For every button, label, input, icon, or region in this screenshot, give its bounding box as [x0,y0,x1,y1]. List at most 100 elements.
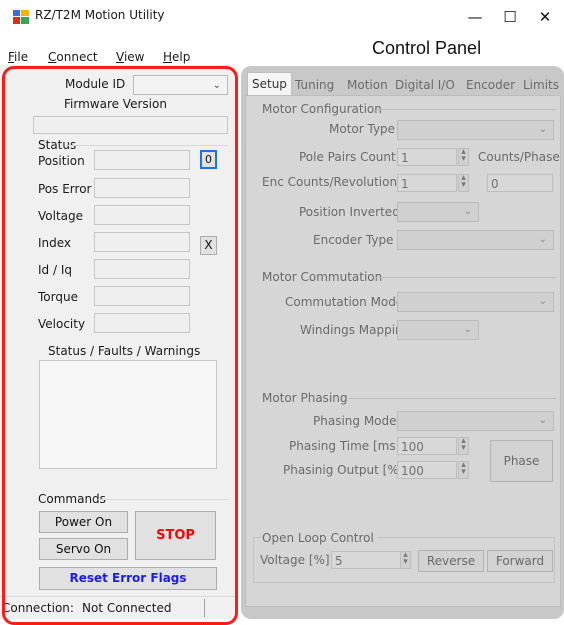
menu-help[interactable]: Help [163,50,190,64]
firmware-version-field [33,116,228,134]
motor-phasing-label: Motor Phasing [262,391,348,405]
forward-button[interactable]: Forward [487,550,553,572]
motor-type-label: Motor Type [329,122,396,136]
velocity-label: Velocity [38,317,86,331]
firmware-version-label: Firmware Version [64,97,167,111]
faults-label: Status / Faults / Warnings [48,344,201,358]
phasing-mode-label: Phasing Mode [313,414,397,428]
phase-button[interactable]: Phase [490,440,553,482]
id-iq-field [94,259,190,279]
tab-motion[interactable]: Motion [347,75,388,95]
status-group-divider [68,145,228,146]
phasing-output-input[interactable]: 100 [397,461,457,479]
enc-counts-spinner[interactable]: ▴ ▾ [458,174,469,192]
servo-on-button[interactable]: Servo On [39,538,128,560]
reverse-button[interactable]: Reverse [418,550,484,572]
pole-pairs-label: Pole Pairs Count [299,150,396,164]
menu-view-rest: iew [123,50,145,64]
phasing-time-spinner[interactable]: ▴ ▾ [458,437,469,455]
menu-view-key: V [116,50,124,64]
id-iq-label: Id / Iq [38,263,72,277]
tab-digital-io[interactable]: Digital I/O [395,75,455,95]
pole-pairs-input[interactable]: 1 [397,148,457,166]
enc-counts-input[interactable]: 1 [397,174,457,192]
velocity-field [94,313,190,333]
power-on-button[interactable]: Power On [39,511,128,533]
open-loop-voltage-label: Voltage [%] [260,553,330,567]
torque-field [94,286,190,306]
reset-error-flags-button[interactable]: Reset Error Flags [39,567,217,590]
phasing-time-input[interactable]: 100 [397,437,457,455]
menu-help-key: H [163,50,173,64]
motor-type-select[interactable]: ⌄ [397,120,554,140]
phasing-mode-select[interactable]: ⌄ [397,411,554,431]
module-id-label: Module ID [65,77,126,91]
voltage-field [94,205,190,225]
index-label: Index [38,236,72,250]
menu-help-rest: elp [172,50,191,64]
tab-tuning[interactable]: Tuning [295,75,334,95]
open-loop-control-label: Open Loop Control [262,531,377,545]
faults-list[interactable] [39,360,217,469]
windings-mapping-select[interactable]: ⌄ [397,320,479,340]
motor-configuration-label: Motor Configuration [262,102,382,116]
pole-pairs-spinner[interactable]: ▴ ▾ [458,148,469,166]
index-field [94,232,190,252]
chevron-down-icon: ⌄ [463,324,472,335]
encoder-type-select[interactable]: ⌄ [397,230,554,250]
enc-counts-label: Enc Counts/Revolution [262,175,398,189]
pos-error-label: Pos Error [38,182,92,196]
chevron-down-icon: ⌄ [212,80,221,91]
menu-connect[interactable]: Connect [48,50,98,64]
open-loop-voltage-spinner[interactable]: ▴ ▾ [400,551,411,569]
minimize-button[interactable]: — [455,4,495,30]
commutation-mode-label: Commutation Mode [285,295,404,309]
position-inverted-label: Position Inverted [299,205,400,219]
counts-phase-label: Counts/Phase [478,150,560,164]
phasing-output-label: Phasinig Output [%] [283,463,404,477]
phasing-output-spinner[interactable]: ▴ ▾ [458,461,469,479]
commands-group-label: Commands [38,492,106,506]
open-loop-voltage-input[interactable]: 5 [331,551,410,569]
menu-file[interactable]: File [8,50,28,64]
windings-mapping-label: Windings Mapping [300,323,411,337]
connection-status: Not Connected [82,601,172,615]
phasing-time-label: Phasing Time [ms] [289,439,401,453]
tab-setup[interactable]: Setup [247,72,292,95]
commands-group-divider [98,499,228,500]
menu-view[interactable]: View [116,50,144,64]
motor-commutation-label: Motor Commutation [262,270,383,284]
chevron-down-icon: ⌄ [463,206,472,217]
status-bar-separator [204,599,205,617]
close-button[interactable]: ✕ [525,4,564,30]
zero-position-button[interactable]: 0 [200,150,217,169]
commutation-mode-select[interactable]: ⌄ [397,292,554,312]
stop-button[interactable]: STOP [135,511,216,560]
chevron-down-icon: ⌄ [538,296,547,307]
motor-configuration-divider [376,109,556,110]
motor-commutation-divider [376,277,556,278]
chevron-down-icon: ⌄ [538,415,547,426]
chevron-down-icon: ⌄ [538,234,547,245]
position-field [94,150,190,170]
position-label: Position [38,154,85,168]
control-panel-caption: Control Panel [372,38,482,58]
window-title: RZ/T2M Motion Utility [35,8,165,22]
tab-limits[interactable]: Limits [523,75,559,95]
tab-encoder[interactable]: Encoder [466,75,515,95]
torque-label: Torque [38,290,78,304]
counts-phase-field: 0 [487,174,553,192]
position-inverted-select[interactable]: ⌄ [397,202,479,222]
chevron-down-icon: ⌄ [538,124,547,135]
menu-connect-rest: onnect [56,50,98,64]
menu-file-rest: ile [14,50,29,64]
module-id-select[interactable]: ⌄ [133,75,228,95]
clear-index-button[interactable]: X [200,236,217,255]
status-bar: Connection: Not Connected [0,596,236,619]
connection-label: Connection: [2,601,74,615]
pos-error-field [94,178,190,198]
motor-phasing-divider [348,398,556,399]
maximize-button[interactable]: ☐ [490,4,530,30]
app-icon [13,10,29,24]
voltage-label: Voltage [38,209,84,223]
